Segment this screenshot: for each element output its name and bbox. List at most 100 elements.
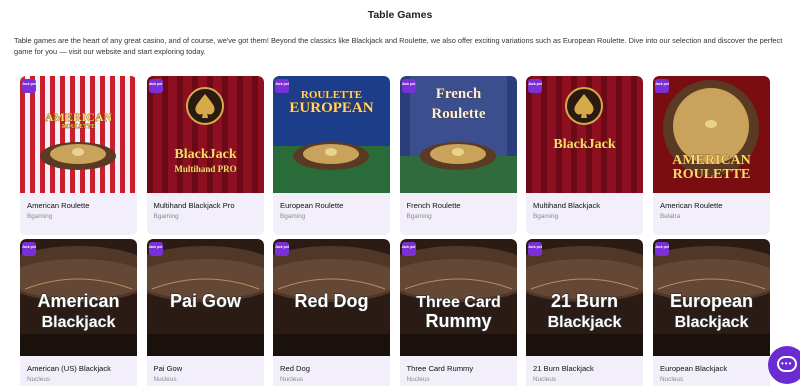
jackpot-badge-icon: Jack pot [275, 242, 289, 256]
game-art: Red Dog [273, 239, 390, 356]
page-title: Table Games [367, 9, 433, 21]
game-card[interactable]: Pai Gow Jack pot Pai Gow Nucleus [146, 239, 264, 386]
game-name[interactable]: American (US) Blackjack [27, 364, 111, 373]
game-card[interactable]: AMERICAN ROULETTE Jack pot American Roulett… [653, 76, 770, 235]
intro-text: Table games are the heart of any great c… [14, 36, 783, 56]
game-art: American Blackjack [20, 239, 137, 356]
roulette-wheel-icon [419, 142, 496, 170]
game-art-title: Pai Gow [169, 291, 241, 311]
jackpot-badge-icon: Jack pot [22, 242, 36, 256]
game-name[interactable]: Red Dog [280, 364, 310, 373]
game-provider: Bgaming [27, 213, 53, 220]
game-thumbnail[interactable]: Red Dog Jack pot [273, 239, 390, 356]
game-name[interactable]: Multihand Blackjack [533, 201, 600, 210]
game-art: BlackJack Multihand PRO [146, 76, 264, 193]
jackpot-badge-icon: Jack pot [22, 79, 36, 93]
game-card[interactable]: French Roulette Jack pot French Roulette Bga… [399, 76, 517, 235]
game-art-title: ROULETTE [673, 167, 751, 182]
game-thumbnail[interactable]: BlackJack Multihand PRO Jack pot [146, 76, 264, 193]
game-name[interactable]: Pai Gow [154, 364, 183, 373]
game-art: Three CardRummy [399, 239, 517, 356]
roulette-wheel-icon [40, 142, 116, 170]
game-card[interactable]: Three Card Rummy Jack pot Three Card Rummy N… [399, 239, 517, 386]
game-thumbnail[interactable]: Three Card Rummy Jack pot [399, 239, 517, 356]
game-art-title: BlackJack [174, 147, 236, 162]
game-provider: Bgaming [533, 213, 559, 220]
game-thumbnail[interactable]: Pai Gow Jack pot [146, 239, 264, 356]
spade-emblem-icon [185, 87, 224, 125]
game-provider: Bgaming [153, 213, 179, 220]
game-name[interactable]: Three Card Rummy [407, 364, 474, 373]
spade-emblem-icon [565, 87, 603, 125]
jackpot-badge-icon: Jack pot [148, 79, 163, 93]
game-thumbnail[interactable]: ROULETTE EUROPEAN Jack pot [273, 76, 390, 193]
game-thumbnail[interactable]: European Blackjack Jack pot [653, 239, 770, 356]
game-card[interactable]: ROULETTE EUROPEAN Jack pot European Roulett… [273, 76, 390, 235]
game-provider: Bgaming [406, 213, 432, 220]
game-art-title: BlackJack [553, 137, 615, 152]
game-provider: Nucleus [280, 376, 304, 383]
jackpot-badge-icon: Jack pot [401, 242, 416, 256]
game-name[interactable]: 21 Burn Blackjack [533, 364, 594, 373]
game-art-title: French [435, 86, 481, 102]
game-card[interactable]: BlackJack Jack pot Multihand Blackjack Bgam… [526, 76, 643, 235]
game-name[interactable]: American Roulette [660, 201, 722, 210]
game-art-title: Multihand PRO [174, 164, 236, 174]
roulette-wheel-icon [293, 142, 369, 170]
game-art: European Blackjack [653, 239, 770, 356]
game-card[interactable]: 21 Burn Blackjack Jack pot 21 Burn Blackjac… [526, 239, 643, 386]
game-art-title: Blackjack [42, 314, 116, 331]
game-provider: Nucleus [406, 376, 430, 383]
jackpot-badge-icon: Jack pot [401, 79, 416, 93]
game-art: Pai Gow [146, 239, 264, 356]
game-provider: Belatra [660, 213, 681, 220]
game-card[interactable]: European Blackjack Jack pot European Blackj… [653, 239, 770, 386]
game-name[interactable]: European Blackjack [660, 364, 727, 373]
game-name[interactable]: American Roulette [27, 201, 89, 210]
jackpot-badge-icon: Jack pot [275, 79, 289, 93]
game-card[interactable]: Red Dog Jack pot Red Dog Nucleus [273, 239, 390, 386]
game-art-title: AMERICAN [45, 110, 113, 124]
game-art-title: Blackjack [548, 314, 622, 331]
game-thumbnail[interactable]: BlackJack Jack pot [526, 76, 643, 193]
jackpot-badge-icon: Jack pot [655, 242, 669, 256]
game-name[interactable]: Multihand Blackjack Pro [154, 201, 235, 210]
game-name[interactable]: French Roulette [407, 201, 461, 210]
chat-dots-icon: ••• [781, 359, 793, 368]
game-card[interactable]: American Blackjack Jack pot American (US) B… [20, 239, 137, 386]
jackpot-badge-icon: Jack pot [528, 79, 542, 93]
game-art: ROULETTEEUROPEAN [273, 76, 390, 193]
game-art: AMERICANROULETTE [20, 76, 135, 193]
game-name[interactable]: European Roulette [280, 201, 343, 210]
game-thumbnail[interactable]: AMERICAN ROULETTE Jack pot [653, 76, 770, 193]
game-provider: Nucleus [533, 376, 557, 383]
game-provider: Nucleus [153, 376, 177, 383]
game-art-title: Rummy [425, 311, 491, 331]
game-art-title: EUROPEAN [289, 100, 373, 116]
game-thumbnail[interactable]: American Blackjack Jack pot [20, 239, 137, 356]
chat-button[interactable]: ••• [768, 346, 800, 384]
jackpot-badge-icon: Jack pot [528, 242, 542, 256]
game-art-title: AMERICAN [672, 153, 751, 168]
game-art-title: Roulette [431, 106, 485, 122]
game-art-title: Three Card [416, 294, 500, 311]
game-thumbnail[interactable]: French Roulette Jack pot [399, 76, 517, 193]
game-art-title: American [37, 291, 119, 311]
game-art: AMERICANROULETTE [653, 76, 770, 193]
jackpot-badge-icon: Jack pot [655, 79, 669, 93]
game-thumbnail[interactable]: 21 Burn Blackjack Jack pot [526, 239, 643, 356]
game-art-title: ROULETTE [62, 124, 95, 130]
game-provider: Nucleus [27, 376, 51, 383]
game-provider: Bgaming [280, 213, 306, 220]
game-art-title: 21 Burn [551, 291, 618, 311]
game-card[interactable]: BlackJack Multihand PRO Jack pot Multihand … [146, 76, 264, 235]
game-art-title: Red Dog [295, 291, 369, 311]
game-provider: Nucleus [660, 376, 684, 383]
jackpot-badge-icon: Jack pot [148, 242, 163, 256]
game-art-title: European [670, 291, 753, 311]
game-card[interactable]: AMERICAN ROULETTE Jack pot American Roulett… [20, 76, 137, 235]
game-art-title: Blackjack [675, 314, 749, 331]
game-art: 21 Burn Blackjack [526, 239, 643, 356]
game-thumbnail[interactable]: AMERICAN ROULETTE Jack pot [20, 76, 137, 193]
game-art: BlackJack [526, 76, 643, 193]
